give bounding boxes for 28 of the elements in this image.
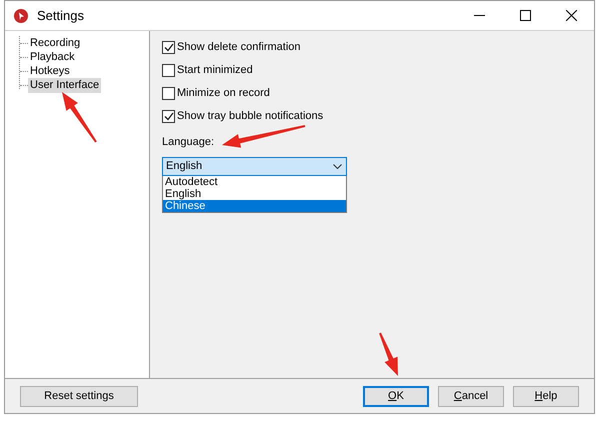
checkbox-label: Show delete confirmation xyxy=(177,40,301,55)
window-title: Settings xyxy=(37,6,84,25)
dialog-button[interactable]: Help xyxy=(513,386,579,406)
chevron-down-icon xyxy=(333,164,342,168)
checkbox-label: Minimize on record xyxy=(177,86,270,101)
dropdown-option[interactable]: English xyxy=(163,188,346,200)
checkbox-label: Show tray bubble notifications xyxy=(177,108,324,124)
close-icon xyxy=(566,10,576,21)
tree-item[interactable]: Hotkeys xyxy=(28,64,72,79)
app-logo-icon xyxy=(14,8,28,22)
tree-item[interactable]: User Interface xyxy=(28,78,102,93)
checkbox-label: Start minimized xyxy=(177,62,253,78)
dropdown-option[interactable]: Autodetect xyxy=(163,176,346,188)
checkbox[interactable] xyxy=(162,110,175,122)
checkbox[interactable] xyxy=(162,86,175,100)
dialog-button[interactable]: Cancel xyxy=(438,386,504,406)
tree-item[interactable]: Playback xyxy=(28,50,77,65)
dialog-button[interactable]: OK xyxy=(363,386,429,406)
dropdown-option[interactable]: Chinese xyxy=(163,200,346,212)
annotation-arrow xyxy=(62,92,97,143)
checkbox[interactable] xyxy=(162,40,175,54)
reset-settings-button[interactable]: Reset settings xyxy=(20,386,138,406)
language-dropdown[interactable]: English xyxy=(162,156,347,176)
checkbox[interactable] xyxy=(162,64,175,76)
language-label: Language: xyxy=(162,135,214,150)
tree-item[interactable]: Recording xyxy=(28,36,82,51)
maximize-icon xyxy=(520,10,530,21)
annotation-arrow xyxy=(379,332,398,376)
